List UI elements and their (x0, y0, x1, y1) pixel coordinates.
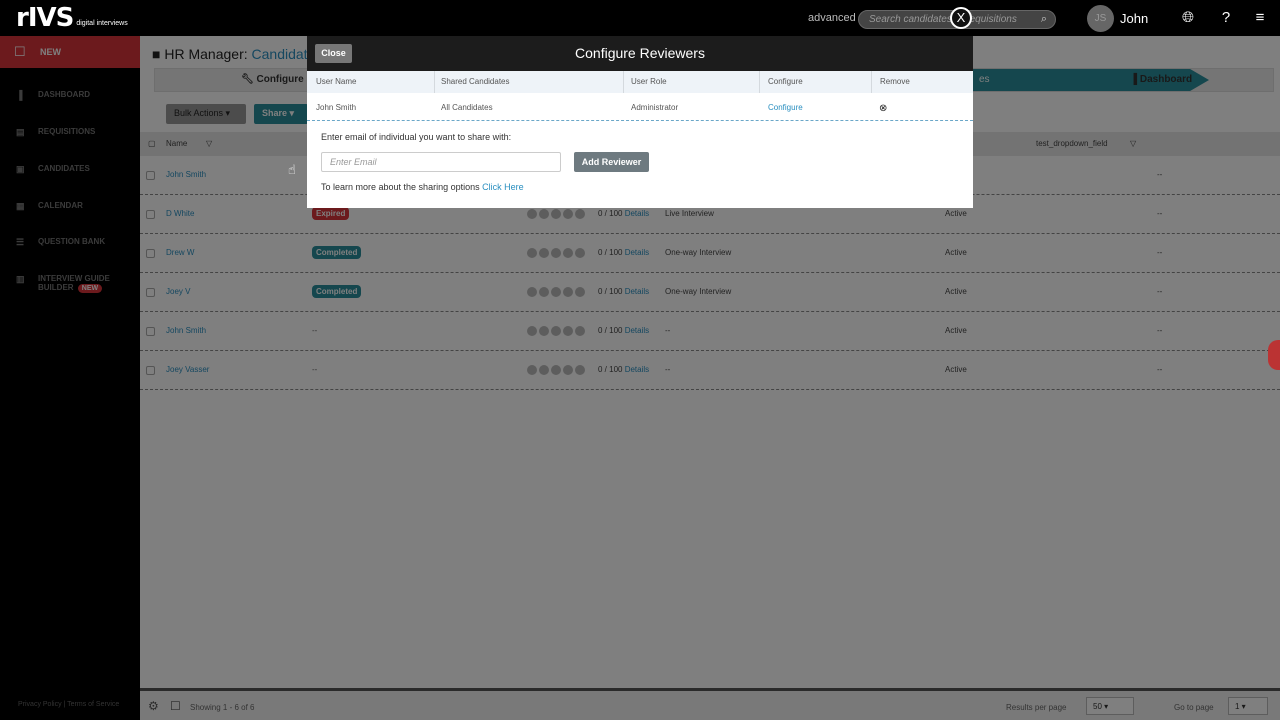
feedback-tab[interactable] (1268, 340, 1280, 370)
user-name[interactable]: John (1120, 11, 1148, 26)
globe-icon[interactable]: 🌐︎ (1179, 9, 1197, 27)
mouse-cursor-icon: ☝︎ (288, 162, 296, 177)
search-icon[interactable]: ⌕ (1041, 14, 1047, 25)
add-reviewer-button[interactable]: Add Reviewer (574, 152, 649, 172)
email-field[interactable] (321, 152, 561, 172)
avatar[interactable]: JS (1087, 5, 1114, 32)
email-label: Enter email of individual you want to sh… (321, 132, 512, 142)
reviewer-name: John Smith (316, 103, 357, 112)
column-shared-candidates: Shared Candidates (441, 77, 510, 86)
help-icon[interactable]: ? (1217, 9, 1235, 27)
logo-text: rIVS (16, 3, 74, 33)
search-placeholder: Search candidates or requisitions (869, 14, 1017, 25)
reviewers-table-header: User Name Shared Candidates User Role Co… (307, 71, 973, 93)
reviewer-configure-link[interactable]: Configure (768, 103, 803, 112)
configure-reviewers-modal: Close Configure Reviewers User Name Shar… (307, 36, 973, 208)
click-here-link[interactable]: Click Here (482, 182, 524, 192)
close-icon[interactable]: X (950, 7, 972, 29)
modal-title: Configure Reviewers (575, 45, 705, 61)
remove-icon[interactable]: ⊗ (879, 103, 887, 114)
sharing-help-label: To learn more about the sharing options (321, 182, 480, 192)
column-configure: Configure (768, 77, 803, 86)
column-remove: Remove (880, 77, 910, 86)
modal-header: Close Configure Reviewers (307, 36, 973, 71)
reviewer-role: Administrator (631, 103, 679, 112)
reviewer-shared-candidates: All Candidates (441, 103, 493, 112)
advanced-search-link[interactable]: advanced (808, 12, 856, 24)
hamburger-menu-icon[interactable]: ≡ (1251, 9, 1269, 27)
column-user-name: User Name (316, 77, 357, 86)
column-user-role: User Role (631, 77, 667, 86)
sharing-help-text: To learn more about the sharing options … (321, 182, 524, 192)
logo[interactable]: rIVS digital interviews (16, 3, 128, 33)
logo-tagline: digital interviews (76, 20, 128, 27)
reviewer-row: John Smith All Candidates Administrator … (307, 93, 973, 121)
top-bar: rIVS digital interviews advanced Search … (0, 0, 1280, 36)
